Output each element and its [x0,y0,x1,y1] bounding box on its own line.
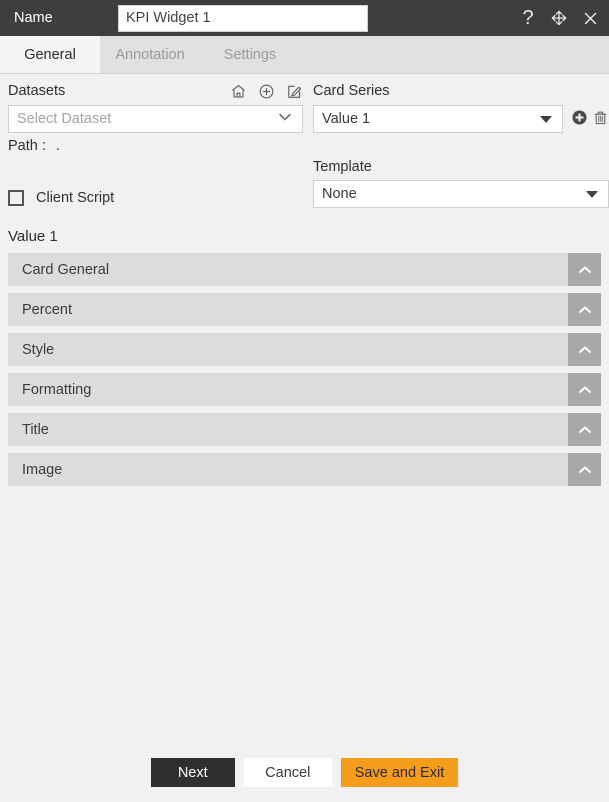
chevron-up-icon[interactable] [568,293,601,326]
tab-annotation[interactable]: Annotation [100,36,200,73]
name-label: Name [14,10,53,26]
path-value: . [55,138,60,154]
tab-settings[interactable]: Settings [200,36,300,73]
card-series-column: Card Series Value 1 Template None [313,81,609,208]
move-icon[interactable] [549,8,569,28]
tab-general-label: General [24,46,76,63]
accordion-label: Formatting [22,381,92,398]
caret-down-icon [586,190,598,198]
card-series-header: Card Series [313,81,609,101]
accordion-section-title[interactable]: Title [8,413,601,446]
general-tab-panel: Datasets Select Dataset Path: . Client … [0,74,609,486]
client-script-row[interactable]: Client Script [8,190,114,206]
chevron-down-icon [276,111,294,127]
dialog-titlebar: Name ? [0,0,609,36]
dataset-select[interactable]: Select Dataset [8,105,303,133]
dialog-footer: Next Cancel Save and Exit [0,758,609,787]
chevron-up-icon[interactable] [568,333,601,366]
datasets-label: Datasets [8,83,66,99]
tab-bar: General Annotation Settings [0,36,609,74]
close-icon[interactable] [580,8,600,28]
card-series-label: Card Series [313,83,390,99]
card-series-select[interactable]: Value 1 [313,105,563,133]
edit-icon[interactable] [286,83,303,100]
accordion-section-percent[interactable]: Percent [8,293,601,326]
accordion-label: Style [22,341,55,358]
tab-general[interactable]: General [0,36,100,73]
add-circle-icon[interactable] [258,83,275,100]
template-label: Template [313,159,372,175]
cancel-button[interactable]: Cancel [243,758,332,787]
accordion-section-style[interactable]: Style [8,333,601,366]
trash-icon[interactable] [592,109,609,129]
widget-name-input[interactable] [118,4,368,32]
datasets-header: Datasets [8,81,303,101]
datasets-icon-group [230,83,303,100]
top-fields-row: Datasets Select Dataset Path: . Client … [0,74,609,208]
template-select-value: None [322,186,357,202]
accordion-label: Title [22,421,49,438]
caret-down-icon [540,115,552,123]
client-script-checkbox[interactable] [8,190,24,206]
card-series-controls: Value 1 [313,101,609,133]
accordion-section-formatting[interactable]: Formatting [8,373,601,406]
template-select[interactable]: None [313,180,609,208]
chevron-up-icon[interactable] [568,373,601,406]
accordion-label: Card General [22,261,110,278]
home-icon[interactable] [230,83,247,100]
template-field: Template None [313,158,609,208]
card-series-actions [571,109,609,129]
chevron-up-icon[interactable] [568,453,601,486]
chevron-up-icon[interactable] [568,253,601,286]
accordion-label: Image [22,461,63,478]
card-series-select-value: Value 1 [322,111,371,127]
client-script-label: Client Script [36,190,115,206]
save-and-exit-button[interactable]: Save and Exit [340,758,459,787]
path-row: Path :. [8,138,303,154]
value-accordion: Card General Percent Style Formatting Ti [0,253,609,486]
accordion-section-image[interactable]: Image [8,453,601,486]
titlebar-actions: ? [518,0,600,36]
accordion-label: Percent [22,301,72,318]
datasets-column: Datasets Select Dataset Path: . Client … [8,81,303,208]
accordion-section-card-general[interactable]: Card General [8,253,601,286]
path-label: Path : [8,138,46,154]
value-section-title: Value 1 [8,228,58,245]
next-button[interactable]: Next [150,758,235,787]
tab-annotation-label: Annotation [115,46,185,63]
add-filled-circle-icon[interactable] [571,109,588,129]
chevron-up-icon[interactable] [568,413,601,446]
help-icon[interactable]: ? [518,8,538,28]
tab-settings-label: Settings [223,46,277,63]
dataset-select-value: Select Dataset [17,111,112,127]
